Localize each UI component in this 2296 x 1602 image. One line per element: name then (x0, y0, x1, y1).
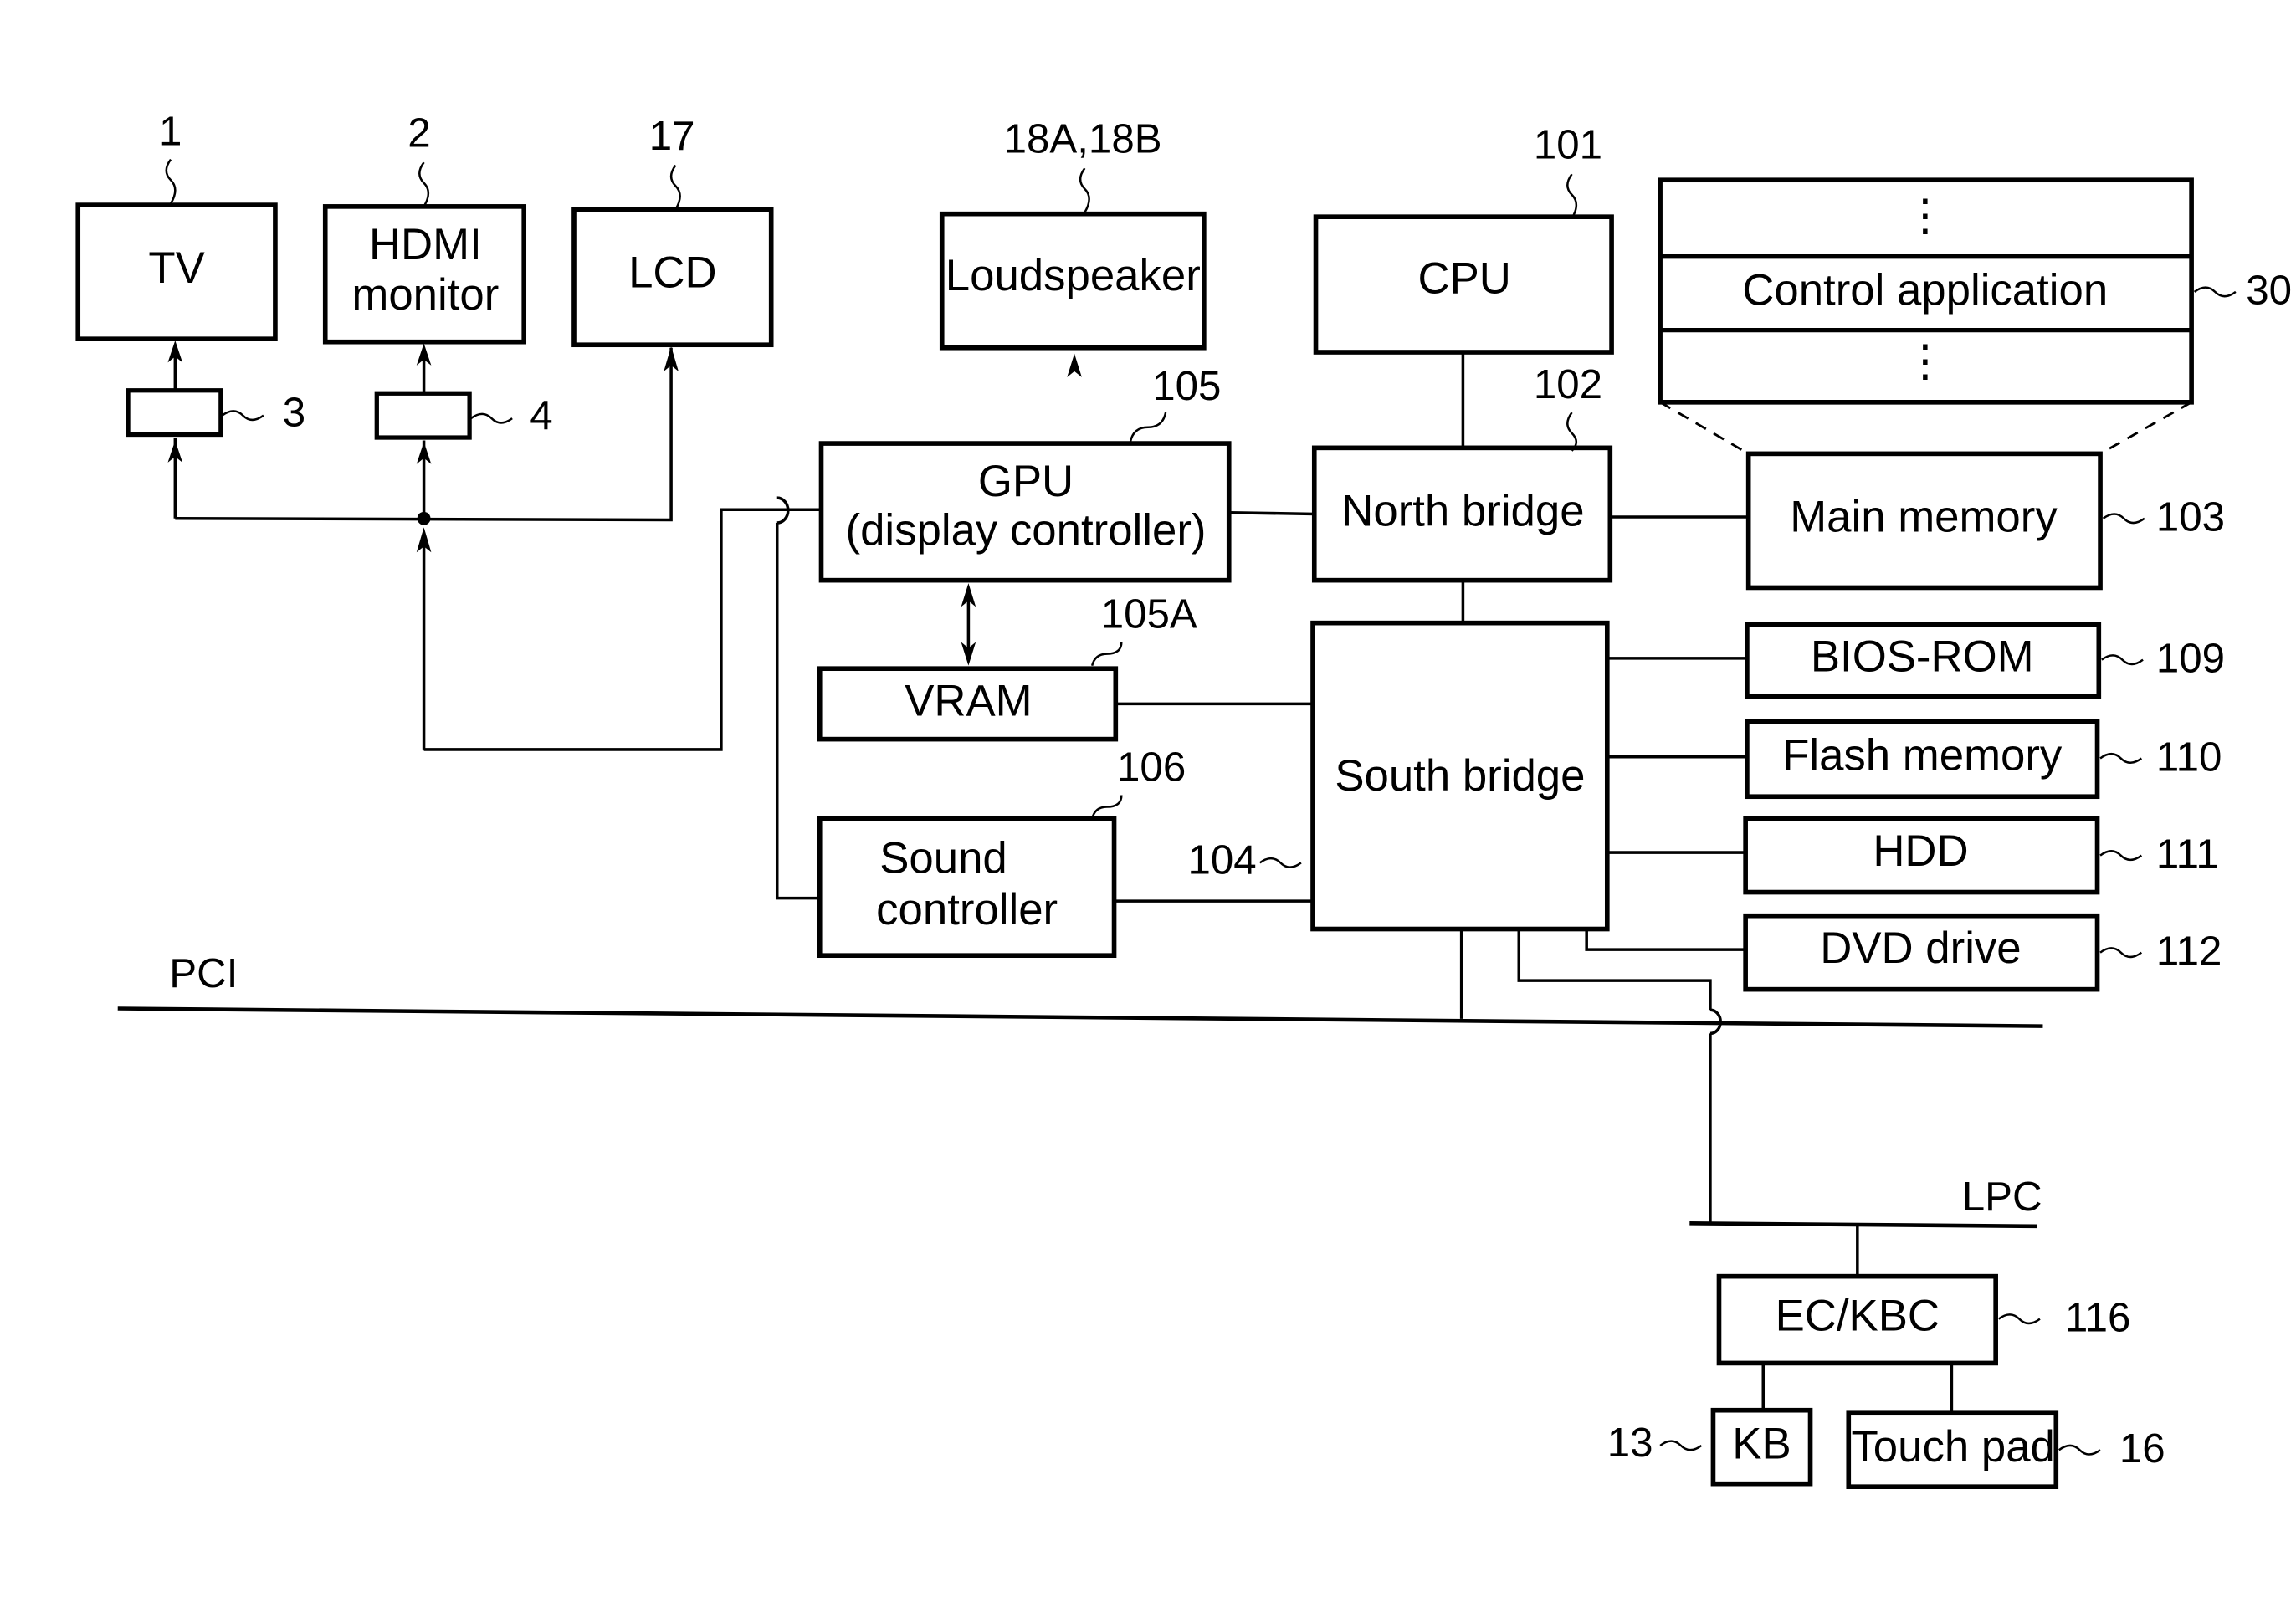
gpu-block: GPU (display controller) (818, 441, 1232, 583)
south-bridge-block: South bridge (1310, 620, 1610, 932)
tv-label: TV (148, 243, 204, 293)
kb-ref: 13 (1607, 1420, 1653, 1466)
north-bridge-label: North bridge (1341, 486, 1584, 535)
loudspeaker-block: Loudspeaker (939, 211, 1207, 351)
kb-label: KB (1732, 1420, 1791, 1469)
flash-memory-block: Flash memory (1745, 719, 2100, 800)
ec-kbc-ref: 116 (2065, 1294, 2131, 1340)
cpu-label: CPU (1417, 254, 1510, 304)
sound-controller-ref: 106 (1117, 745, 1186, 791)
sound-controller-line2: controller (876, 885, 1058, 934)
lpc-bus: LPC (1689, 1174, 2042, 1229)
hdd-label: HDD (1873, 827, 1968, 876)
lcd-ref: 17 (649, 113, 695, 159)
converter-3-block (126, 388, 223, 438)
north-bridge-block: North bridge (1311, 445, 1613, 583)
lcd-block: LCD (571, 207, 774, 348)
bios-rom-block: BIOS-ROM (1745, 622, 2102, 699)
hdd-block: HDD (1743, 816, 2100, 895)
loudspeaker-label: Loudspeaker (946, 251, 1201, 300)
control-app-ref: 30 (2246, 268, 2292, 314)
north-bridge-ref: 102 (1534, 361, 1602, 407)
control-application-label: Control application (1742, 266, 2108, 315)
display-connections (167, 340, 822, 751)
hdmi-monitor-line1: HDMI (369, 220, 482, 269)
sound-to-speaker-line (775, 523, 822, 900)
gpu-line2: (display controller) (846, 505, 1207, 555)
flash-memory-label: Flash memory (1782, 730, 2063, 780)
cpu-ref: 101 (1534, 122, 1602, 168)
converter-3-ref: 3 (283, 390, 305, 436)
pci-label: PCI (169, 950, 238, 996)
dvd-drive-label: DVD drive (1820, 924, 2021, 973)
tv-block: TV (75, 202, 278, 341)
touch-pad-ref: 16 (2119, 1425, 2165, 1471)
hdd-ref: 111 (2156, 831, 2219, 877)
hdmi-monitor-ref: 2 (407, 110, 430, 156)
dvd-drive-block: DVD drive (1743, 913, 2100, 992)
touch-pad-label: Touch pad (1851, 1422, 2054, 1471)
converter-4-block (374, 391, 472, 440)
vram-block: VRAM (817, 666, 1119, 742)
control-app-ellipsis-top: ⋮ (1903, 191, 1947, 240)
gpu-line1: GPU (978, 457, 1074, 506)
lpc-label: LPC (1962, 1174, 2042, 1220)
south-bridge-to-lpc-line (1517, 929, 1712, 1011)
dvd-drive-ref: 112 (2156, 928, 2222, 974)
ec-kbc-block: EC/KBC (1716, 1273, 1998, 1366)
gpu-ref: 105 (1152, 363, 1221, 409)
south-bridge-ref: 104 (1187, 837, 1256, 883)
ec-kbc-label: EC/KBC (1776, 1292, 1940, 1341)
loudspeaker-ref: 18A,18B (1004, 115, 1162, 161)
flash-memory-ref: 110 (2156, 734, 2222, 780)
main-memory-block: Main memory (1745, 451, 2103, 591)
cpu-block: CPU (1313, 214, 1614, 355)
system-block-diagram: TV 1 HDMI monitor 2 LCD 17 3 4 Loudspeak… (75, 109, 2292, 1489)
sound-controller-block: Sound controller (817, 816, 1117, 959)
hdmi-monitor-block: HDMI monitor (322, 204, 527, 345)
control-application-map: ⋮ Control application ⋮ (1658, 177, 2194, 405)
bios-rom-ref: 109 (2156, 635, 2225, 681)
lcd-label: LCD (628, 248, 717, 297)
main-memory-label: Main memory (1790, 492, 2058, 541)
sound-controller-line1: Sound (879, 834, 1007, 883)
converter-4-ref: 4 (530, 392, 552, 438)
control-app-ellipsis-bottom: ⋮ (1903, 336, 1947, 386)
touch-pad-block: Touch pad (1846, 1410, 2059, 1489)
main-memory-ref: 103 (2156, 494, 2225, 540)
bios-rom-label: BIOS-ROM (1811, 632, 2034, 682)
vram-ref: 105A (1101, 591, 1197, 637)
vram-label: VRAM (905, 676, 1032, 725)
hdmi-monitor-line2: monitor (351, 270, 499, 320)
tv-ref: 1 (159, 109, 182, 155)
south-bridge-label: South bridge (1335, 751, 1585, 801)
kb-block: KB (1710, 1407, 1813, 1487)
